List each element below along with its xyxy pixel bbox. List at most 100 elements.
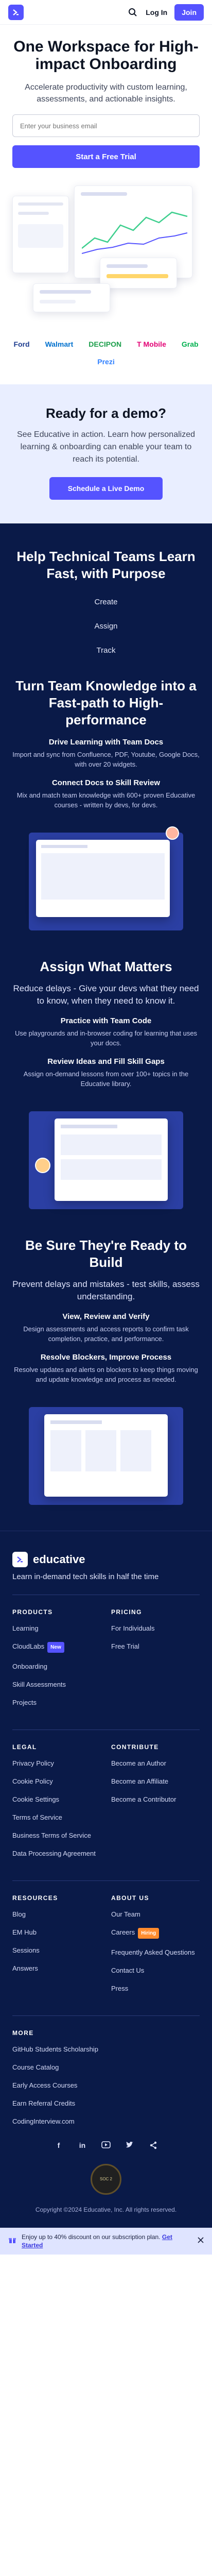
login-link[interactable]: Log In xyxy=(146,8,167,16)
team-docs-illustration xyxy=(24,822,188,936)
footer-link[interactable]: CodingInterview.com xyxy=(12,2117,200,2126)
demo-section: Ready for a demo? See Educative in actio… xyxy=(0,384,212,523)
about-column: ABOUT US Our Team Careers Hiring Frequent… xyxy=(111,1894,200,2002)
footer-logo[interactable]: educative xyxy=(12,1552,200,1567)
feature-title: Connect Docs to Skill Review xyxy=(51,778,161,787)
top-nav: Log In Join xyxy=(0,0,212,25)
step-create[interactable]: Create xyxy=(94,598,117,606)
footer-link-cloudlabs[interactable]: CloudLabs New xyxy=(12,1642,101,1653)
assign-lead: Reduce delays - Give your devs what they… xyxy=(13,984,199,1006)
email-input[interactable] xyxy=(12,114,200,137)
assign-illustration xyxy=(24,1101,188,1214)
footer-link[interactable]: GitHub Students Scholarship xyxy=(12,2045,200,2054)
footer-link[interactable]: EM Hub xyxy=(12,1928,101,1937)
demo-body: See Educative in action. Learn how perso… xyxy=(17,430,195,464)
footer-link[interactable]: Projects xyxy=(12,1698,101,1707)
more-column: MORE GitHub Students Scholarship Course … xyxy=(12,2029,200,2126)
teams-title: Help Technical Teams Learn Fast, with Pu… xyxy=(16,549,196,581)
join-button[interactable]: Join xyxy=(174,4,204,21)
divider xyxy=(12,1880,200,1881)
footer-link[interactable]: Sessions xyxy=(12,1946,101,1955)
footer-link-label: Careers xyxy=(111,1928,135,1936)
feature-title: Resolve Blockers, Improve Process xyxy=(40,1353,172,1362)
schedule-demo-button[interactable]: Schedule a Live Demo xyxy=(49,477,163,500)
features-section: Help Technical Teams Learn Fast, with Pu… xyxy=(0,523,212,1531)
footer-link[interactable]: Our Team xyxy=(111,1910,200,1919)
footer-link[interactable]: Business Terms of Service xyxy=(12,1831,101,1840)
pricing-column: PRICING For Individuals Free Trial xyxy=(111,1608,200,1716)
footer-link[interactable]: For Individuals xyxy=(111,1624,200,1633)
ready-lead: Prevent delays and mistakes - test skill… xyxy=(12,1279,200,1301)
feature-item: Review Ideas and Fill Skill Gaps Assign … xyxy=(12,1057,200,1089)
footer-row: PRODUCTS Learning CloudLabs New Onboardin… xyxy=(12,1608,200,1716)
ford-logo: Ford xyxy=(13,340,30,348)
soc2-badge: SOC 2 xyxy=(91,2164,121,2195)
customer-logos: Ford Walmart DECIPON T Mobile Grab Prezi xyxy=(0,335,212,384)
walmart-logo: Walmart xyxy=(45,340,74,348)
assign-title: Assign What Matters xyxy=(40,959,172,974)
footer-link[interactable]: Data Processing Agreement xyxy=(12,1849,101,1858)
footer-link[interactable]: Earn Referral Credits xyxy=(12,2099,200,2108)
footer-link[interactable]: Become a Contributor xyxy=(111,1795,200,1804)
decipon-logo: DECIPON xyxy=(89,340,122,348)
footer-link[interactable]: Press xyxy=(111,1984,200,1993)
linkedin-icon[interactable]: in xyxy=(78,2141,87,2150)
hero-section: One Workspace for High-impact Onboarding… xyxy=(0,25,212,335)
footer-link[interactable]: Learning xyxy=(12,1624,101,1633)
educative-logo[interactable] xyxy=(8,4,24,20)
column-heading: RESOURCES xyxy=(12,1894,58,1902)
new-badge: New xyxy=(47,1642,64,1653)
footer-link[interactable]: Become an Author xyxy=(111,1759,200,1768)
share-icon[interactable] xyxy=(149,2141,158,2150)
footer-link[interactable]: Early Access Courses xyxy=(12,2081,200,2090)
assessment-illustration xyxy=(24,1397,188,1510)
step-track[interactable]: Track xyxy=(97,646,116,655)
footer-link[interactable]: Blog xyxy=(12,1910,101,1919)
hiring-badge: Hiring xyxy=(138,1928,160,1939)
footer-link-label: CloudLabs xyxy=(12,1642,45,1650)
footer-link[interactable]: Contact Us xyxy=(111,1966,200,1975)
promo-text: Enjoy up to 40% discount on our subscrip… xyxy=(22,2233,192,2249)
feature-body: Import and sync from Confluence, PDF, Yo… xyxy=(12,751,200,768)
column-heading: PRODUCTS xyxy=(12,1608,53,1616)
close-icon[interactable] xyxy=(198,2236,204,2246)
hero-subtitle: Accelerate productivity with custom lear… xyxy=(25,83,187,104)
footer-link[interactable]: Course Catalog xyxy=(12,2063,200,2072)
start-trial-button[interactable]: Start a Free Trial xyxy=(12,145,200,168)
feature-item: Drive Learning with Team Docs Import and… xyxy=(12,738,200,769)
footer-row: LEGAL Privacy Policy Cookie Policy Cooki… xyxy=(12,1743,200,1867)
column-heading: MORE xyxy=(12,2029,34,2037)
facebook-icon[interactable]: f xyxy=(54,2141,63,2150)
column-heading: CONTRIBUTE xyxy=(111,1743,159,1751)
feature-title: Review Ideas and Fill Skill Gaps xyxy=(47,1057,165,1066)
feature-item: View, Review and Verify Design assessmen… xyxy=(12,1312,200,1344)
knowledge-title: Turn Team Knowledge into a Fast-path to … xyxy=(15,678,197,727)
footer-link-careers[interactable]: Careers Hiring xyxy=(111,1928,200,1939)
footer-link[interactable]: Onboarding xyxy=(12,1662,101,1671)
footer-link[interactable]: Answers xyxy=(12,1964,101,1973)
feature-body: Resolve updates and alerts on blockers t… xyxy=(14,1366,198,1383)
footer-link[interactable]: Free Trial xyxy=(111,1642,200,1651)
footer-link[interactable]: Skill Assessments xyxy=(12,1680,101,1689)
feature-title: Drive Learning with Team Docs xyxy=(48,738,164,747)
footer: educative Learn in-demand tech skills in… xyxy=(0,1531,212,2228)
feature-title: Practice with Team Code xyxy=(60,1016,152,1025)
search-icon[interactable] xyxy=(127,7,138,18)
resources-column: RESOURCES Blog EM Hub Sessions Answers xyxy=(12,1894,101,2002)
footer-link[interactable]: Frequently Asked Questions xyxy=(111,1948,200,1957)
footer-tagline: Learn in-demand tech skills in half the … xyxy=(12,1572,159,1581)
step-assign[interactable]: Assign xyxy=(94,622,117,631)
educative-logo xyxy=(12,1552,28,1567)
twitter-icon[interactable] xyxy=(125,2141,134,2150)
footer-link[interactable]: Cookie Settings xyxy=(12,1795,101,1804)
footer-link[interactable]: Privacy Policy xyxy=(12,1759,101,1768)
contribute-column: CONTRIBUTE Become an Author Become an Af… xyxy=(111,1743,200,1867)
youtube-icon[interactable] xyxy=(101,2141,111,2150)
divider xyxy=(12,2015,200,2016)
ready-title: Be Sure They're Ready to Build xyxy=(25,1238,187,1270)
footer-link[interactable]: Become an Affiliate xyxy=(111,1777,200,1786)
feature-item: Connect Docs to Skill Review Mix and mat… xyxy=(12,778,200,810)
footer-link[interactable]: Terms of Service xyxy=(12,1813,101,1822)
footer-link[interactable]: Cookie Policy xyxy=(12,1777,101,1786)
gift-icon xyxy=(8,2236,16,2247)
